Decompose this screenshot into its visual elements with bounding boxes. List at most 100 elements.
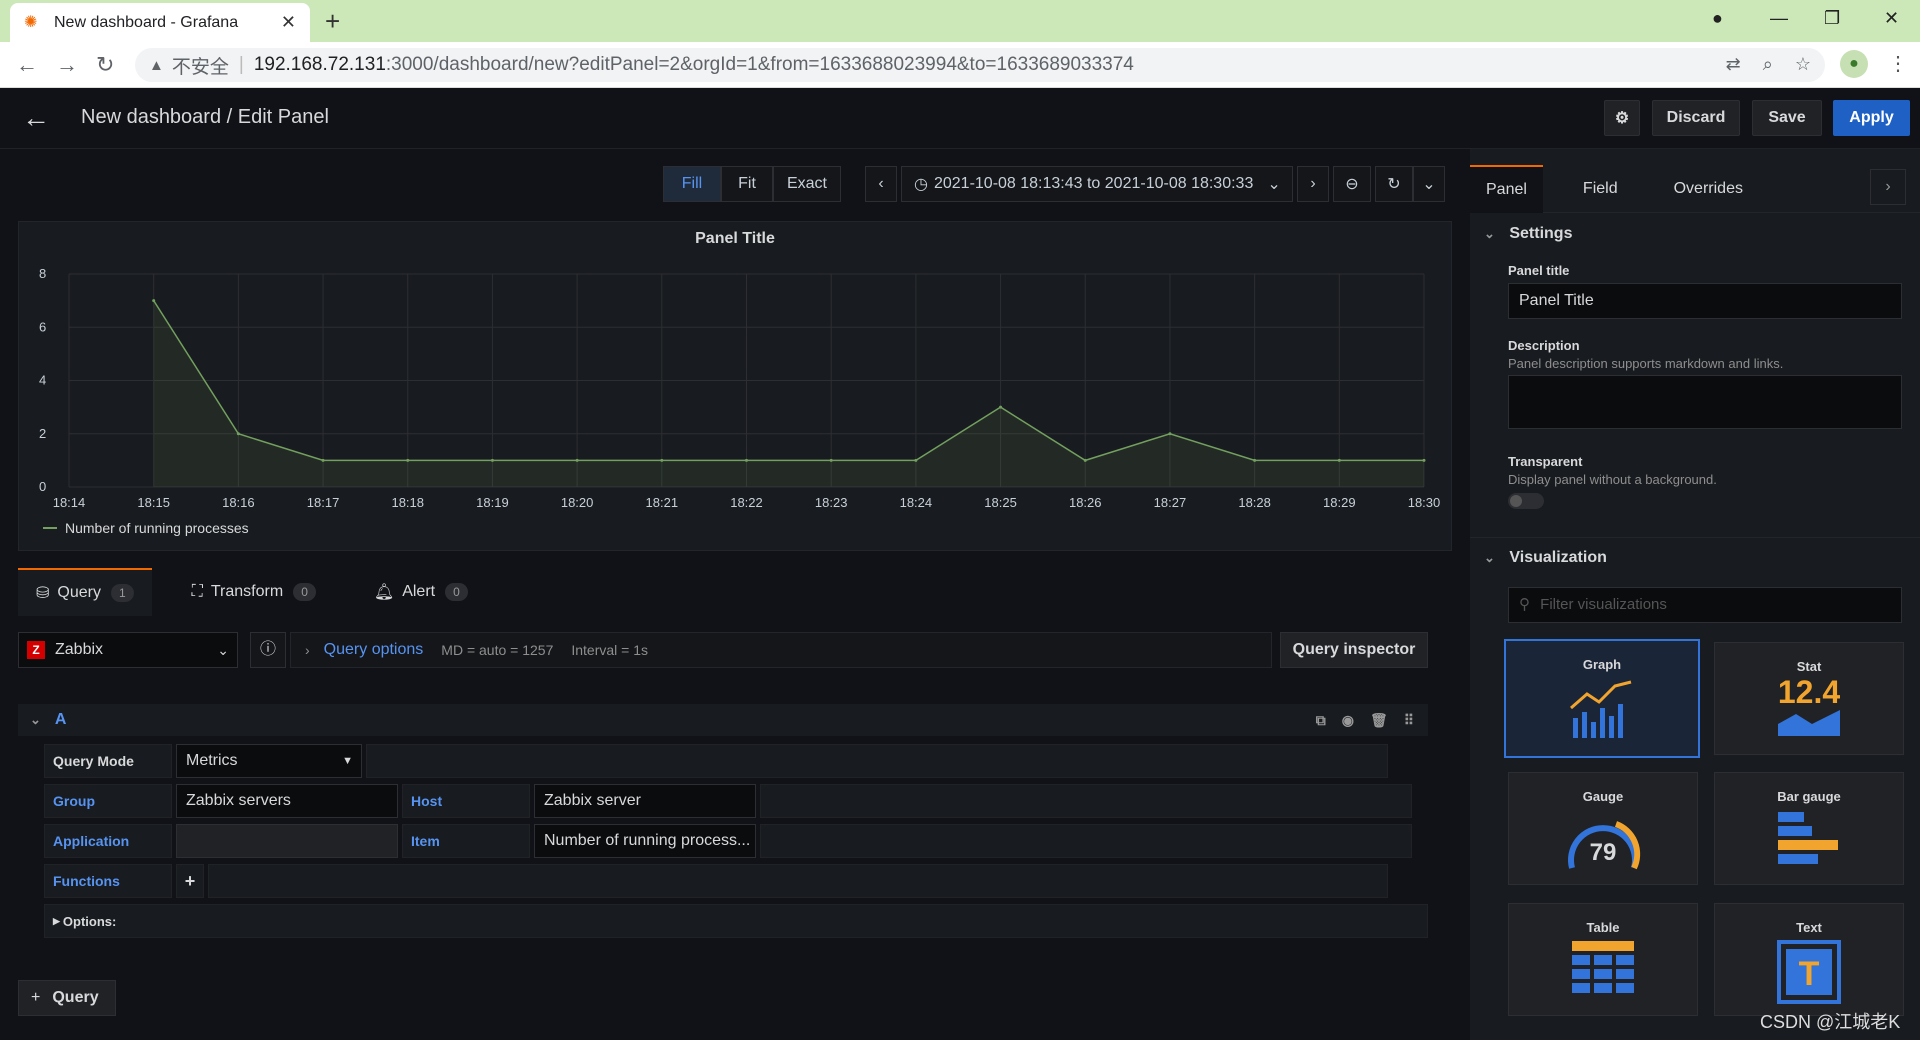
data-point bbox=[575, 458, 579, 462]
transparent-toggle[interactable] bbox=[1508, 493, 1544, 509]
viz-gauge[interactable]: Gauge 79 bbox=[1508, 772, 1698, 885]
data-point bbox=[236, 432, 240, 436]
watermark: CSDN @江城老K bbox=[1760, 1012, 1901, 1032]
legend-item[interactable]: Number of running processes bbox=[43, 520, 249, 536]
visualization-section-header[interactable]: ⌄ Visualization bbox=[1484, 549, 1607, 567]
close-window-icon[interactable]: ✕ bbox=[1884, 8, 1899, 29]
settings-section-header[interactable]: ⌄ Settings bbox=[1484, 225, 1572, 243]
save-button[interactable]: Save bbox=[1752, 100, 1822, 136]
data-point bbox=[490, 458, 494, 462]
options-pane: Panel Field Overrides › ⌄ Settings Panel… bbox=[1470, 149, 1920, 1040]
new-tab-icon[interactable]: + bbox=[325, 6, 340, 37]
application-item-row: Application Item Number of running proce… bbox=[44, 824, 1412, 858]
url-input[interactable]: ▲ 不安全 | 192.168.72.131 :3000/dashboard/n… bbox=[135, 48, 1825, 82]
item-label: Item bbox=[402, 824, 530, 858]
datasource-row: Z Zabbix ⌄ ⓘ › Query options MD = auto =… bbox=[18, 632, 1452, 668]
delete-query-icon[interactable]: 🗑︎ bbox=[1370, 712, 1388, 729]
tab-alert-label: Alert bbox=[402, 583, 436, 600]
refresh-button[interactable]: ↻ bbox=[1375, 166, 1413, 202]
reload-icon[interactable]: ↻ bbox=[96, 52, 114, 78]
query-options-toggle[interactable]: › Query options MD = auto = 1257 Interva… bbox=[290, 632, 1272, 668]
fill-option[interactable]: Fill bbox=[663, 166, 721, 202]
toggle-visibility-icon[interactable]: ◉ bbox=[1342, 712, 1354, 729]
settings-gear-button[interactable]: ⚙ bbox=[1604, 100, 1640, 136]
filter-visualizations-input[interactable]: ⚲ Filter visualizations bbox=[1508, 587, 1902, 623]
data-point bbox=[321, 458, 325, 462]
browser-menu-icon[interactable]: ⋮ bbox=[1888, 51, 1908, 76]
restore-icon[interactable]: ❐ bbox=[1824, 8, 1840, 29]
database-icon: ⛁ bbox=[36, 585, 50, 602]
row-filler bbox=[760, 824, 1412, 858]
alert-count-badge: 0 bbox=[445, 583, 468, 601]
x-tick-label: 18:25 bbox=[984, 495, 1017, 510]
profile-dropdown-icon[interactable]: ● bbox=[1712, 8, 1723, 29]
query-row-header[interactable]: ⌄ A ⧉ ◉ 🗑︎ ⠿ bbox=[18, 704, 1428, 736]
application-input[interactable] bbox=[176, 824, 398, 858]
add-query-button[interactable]: + Query bbox=[18, 980, 116, 1016]
query-inspector-button[interactable]: Query inspector bbox=[1280, 632, 1428, 668]
description-textarea[interactable] bbox=[1508, 375, 1902, 429]
discard-button[interactable]: Discard bbox=[1652, 100, 1740, 136]
group-input[interactable]: Zabbix servers bbox=[176, 784, 398, 818]
functions-label: Functions bbox=[44, 864, 172, 898]
time-forward-button[interactable]: › bbox=[1297, 166, 1329, 202]
transform-icon: ⛶ bbox=[191, 583, 203, 600]
tab-query[interactable]: ⛁ Query 1 bbox=[18, 568, 152, 616]
back-arrow-icon[interactable]: ← bbox=[22, 102, 50, 134]
host-input[interactable]: Zabbix server bbox=[534, 784, 756, 818]
chevron-right-icon: › bbox=[1310, 175, 1316, 192]
apply-button[interactable]: Apply bbox=[1833, 100, 1910, 136]
time-range-button[interactable]: ◷ 2021-10-08 18:13:43 to 2021-10-08 18:3… bbox=[901, 166, 1293, 202]
chevron-down-icon: ⌄ bbox=[217, 641, 229, 658]
bookmark-star-icon[interactable]: ☆ bbox=[1795, 54, 1811, 75]
viz-bar-gauge[interactable]: Bar gauge bbox=[1714, 772, 1904, 885]
time-back-button[interactable]: ‹ bbox=[865, 166, 897, 202]
datasource-name: Zabbix bbox=[55, 641, 104, 658]
y-tick-label: 2 bbox=[39, 426, 46, 441]
functions-row: Functions + bbox=[44, 864, 1388, 898]
profile-avatar-icon[interactable]: ● bbox=[1840, 50, 1868, 78]
add-function-button[interactable]: + bbox=[176, 864, 204, 898]
item-input[interactable]: Number of running process... bbox=[534, 824, 756, 858]
viz-table-label: Table bbox=[1586, 920, 1620, 935]
series-area bbox=[153, 300, 1424, 487]
tab-transform[interactable]: ⛶ Transform 0 bbox=[174, 568, 334, 616]
close-tab-icon[interactable]: ✕ bbox=[281, 12, 296, 33]
query-mode-select[interactable]: Metrics ▼ bbox=[176, 744, 362, 778]
zoom-out-button[interactable]: ⊖ bbox=[1333, 166, 1371, 202]
zoom-icon[interactable]: ⌕ bbox=[1763, 54, 1773, 75]
minimize-icon[interactable]: — bbox=[1770, 8, 1788, 29]
y-tick-label: 0 bbox=[39, 479, 46, 494]
viz-text[interactable]: Text T bbox=[1714, 903, 1904, 1016]
description-label: Description bbox=[1508, 338, 1580, 353]
viz-stat[interactable]: Stat 12.4 bbox=[1714, 642, 1904, 755]
datasource-select[interactable]: Z Zabbix ⌄ bbox=[18, 632, 238, 668]
browser-tab[interactable]: ✺ New dashboard - Grafana ✕ bbox=[10, 3, 310, 42]
insecure-label: 不安全 bbox=[171, 56, 229, 78]
back-nav-icon[interactable]: ← bbox=[16, 52, 38, 78]
options-toggle[interactable]: ▶ Options: bbox=[44, 904, 1428, 938]
data-point bbox=[914, 458, 918, 462]
text-viz-glyph: T bbox=[1799, 955, 1820, 993]
expand-pane-button[interactable]: › bbox=[1870, 169, 1906, 205]
fit-option[interactable]: Fit bbox=[721, 166, 773, 202]
translate-icon[interactable]: ⇄ bbox=[1726, 54, 1741, 75]
datasource-help-button[interactable]: ⓘ bbox=[250, 632, 286, 668]
stat-viz-value: 12.4 bbox=[1777, 674, 1841, 710]
refresh-interval-dropdown[interactable]: ⌄ bbox=[1413, 166, 1445, 202]
exact-option[interactable]: Exact bbox=[773, 166, 841, 202]
interval-text: Interval = 1s bbox=[571, 642, 649, 658]
tab-overrides[interactable]: Overrides bbox=[1658, 165, 1759, 213]
data-point bbox=[999, 405, 1003, 409]
viz-graph[interactable]: Graph bbox=[1504, 639, 1700, 758]
chevron-right-icon: › bbox=[305, 642, 310, 658]
forward-nav-icon[interactable]: → bbox=[56, 52, 78, 78]
tab-alert[interactable]: 🔔︎ Alert 0 bbox=[356, 568, 486, 616]
section-divider bbox=[1470, 537, 1920, 538]
duplicate-query-icon[interactable]: ⧉ bbox=[1316, 712, 1326, 729]
panel-title-input[interactable]: Panel Title bbox=[1508, 283, 1902, 319]
tab-panel[interactable]: Panel bbox=[1470, 165, 1543, 213]
tab-field[interactable]: Field bbox=[1567, 165, 1634, 213]
drag-handle-icon[interactable]: ⠿ bbox=[1404, 712, 1414, 729]
viz-table[interactable]: Table bbox=[1508, 903, 1698, 1016]
